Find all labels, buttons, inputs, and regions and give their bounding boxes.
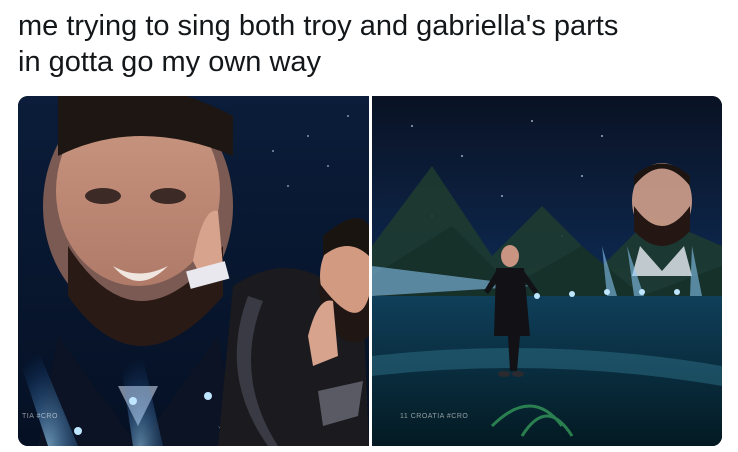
meme-photo[interactable]: TIA #CRO 11 CROATIA #CRO: [18, 96, 722, 446]
broadcast-tag: TIA #CRO: [22, 413, 58, 420]
meme-caption: me trying to sing both troy and gabriell…: [18, 10, 619, 78]
right-photo-panel: 11 CROATIA #CRO: [372, 96, 722, 446]
broadcast-tag: 11 CROATIA #CRO: [400, 413, 469, 420]
right-photo-illustration: [372, 96, 722, 446]
left-photo-illustration: [18, 96, 369, 446]
left-photo-panel: TIA #CRO: [18, 96, 369, 446]
